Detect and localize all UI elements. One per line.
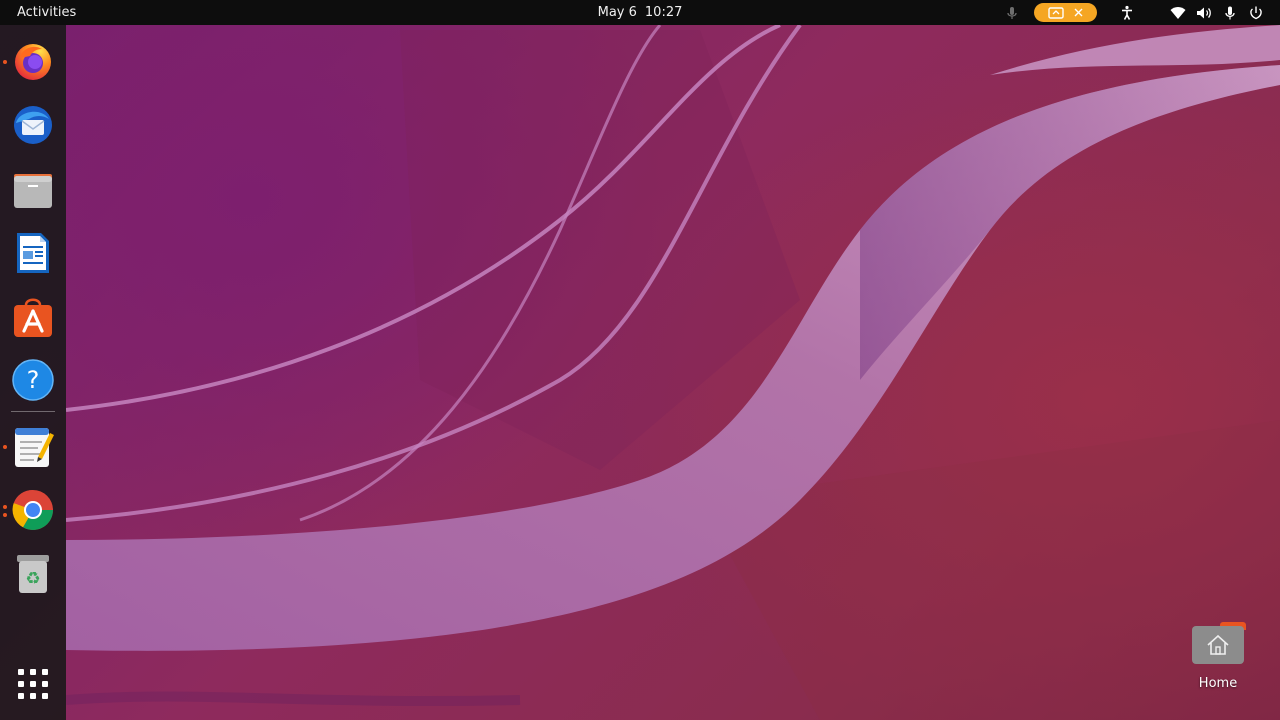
thunderbird-icon [14, 106, 52, 144]
app-grid-icon [42, 681, 48, 687]
dock-item-libreoffice-writer[interactable] [9, 229, 57, 277]
microphone-muted-indicator[interactable] [1004, 0, 1020, 25]
top-bar: Activities May 6 10:27 [0, 0, 1280, 25]
app-grid-icon [18, 693, 24, 699]
running-indicator [3, 505, 7, 509]
dock: ? ♻ [0, 25, 66, 720]
dock-separator [11, 411, 55, 412]
dock-item-chrome[interactable] [9, 486, 57, 534]
dock-item-help[interactable]: ? [9, 356, 57, 404]
microphone-muted-icon [1007, 6, 1017, 19]
trash-icon: ♻ [17, 555, 49, 593]
app-grid-icon [42, 693, 48, 699]
desktop-icon-label: Home [1198, 676, 1238, 691]
files-icon [14, 174, 52, 208]
wallpaper-art [65, 23, 1280, 720]
desktop-icon-home[interactable]: Home [1186, 620, 1250, 692]
show-applications-button[interactable] [17, 668, 49, 700]
screen-recording-indicator[interactable] [1034, 3, 1097, 22]
microphone-icon [1225, 6, 1235, 19]
software-center-icon [14, 298, 52, 337]
app-grid-icon [30, 693, 36, 699]
accessibility-menu[interactable] [1119, 0, 1135, 25]
svg-text:♻: ♻ [25, 569, 40, 589]
system-menu[interactable] [1170, 0, 1264, 25]
dock-item-text-editor[interactable] [9, 423, 57, 471]
dock-item-files[interactable] [9, 165, 57, 213]
running-indicator [3, 445, 7, 449]
wifi-icon [1170, 6, 1186, 19]
accessibility-icon [1122, 5, 1132, 20]
dock-item-trash[interactable]: ♻ [9, 550, 57, 598]
power-icon [1250, 6, 1262, 19]
chrome-icon [12, 489, 53, 530]
svg-text:?: ? [27, 366, 40, 394]
app-grid-icon [18, 681, 24, 687]
clock-button[interactable]: May 6 10:27 [598, 5, 683, 20]
app-grid-icon [30, 669, 36, 675]
running-indicator [3, 60, 7, 64]
libreoffice-writer-icon [17, 233, 49, 273]
app-grid-icon [30, 681, 36, 687]
firefox-icon [15, 44, 51, 80]
activities-button[interactable]: Activities [8, 0, 85, 25]
home-glyph-icon [1207, 634, 1229, 655]
dock-item-ubuntu-software[interactable] [9, 293, 57, 341]
text-editor-icon [15, 428, 54, 467]
dock-item-thunderbird[interactable] [9, 101, 57, 149]
desktop-wallpaper [0, 0, 1280, 720]
help-icon: ? [12, 359, 54, 401]
app-grid-icon [42, 669, 48, 675]
running-indicator [3, 513, 7, 517]
clock-time: 10:27 [644, 5, 683, 20]
screen-share-icon [1048, 6, 1064, 19]
dock-item-firefox[interactable] [9, 37, 57, 85]
home-folder-icon [1192, 622, 1246, 664]
stop-recording-close-icon[interactable] [1074, 8, 1083, 17]
app-grid-icon [18, 669, 24, 675]
clock-date: May 6 [597, 5, 637, 20]
volume-icon [1197, 7, 1211, 18]
